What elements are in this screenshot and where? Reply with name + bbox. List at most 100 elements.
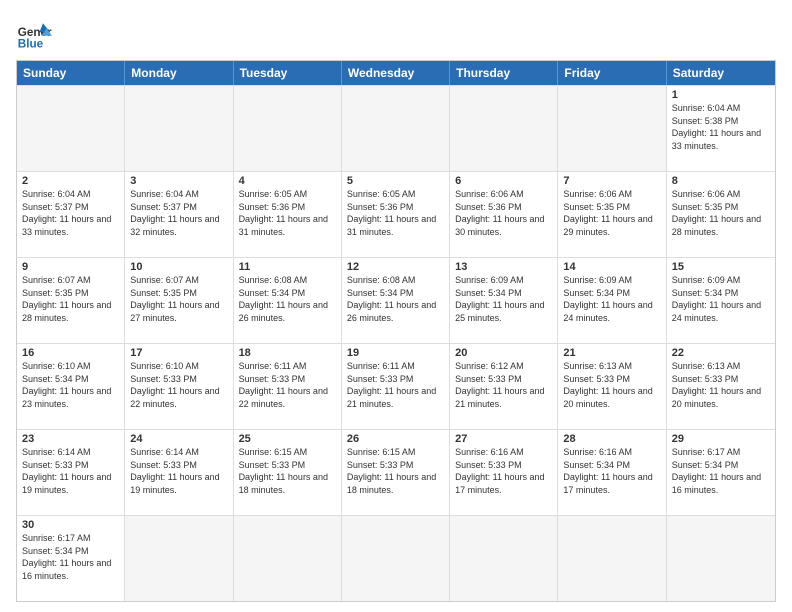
calendar-body: 1Sunrise: 6:04 AM Sunset: 5:38 PM Daylig… [17,85,775,601]
cell-info: Sunrise: 6:11 AM Sunset: 5:33 PM Dayligh… [239,360,336,410]
day-number: 26 [347,433,444,445]
cell-info: Sunrise: 6:09 AM Sunset: 5:34 PM Dayligh… [672,274,770,324]
cell-info: Sunrise: 6:06 AM Sunset: 5:35 PM Dayligh… [563,188,660,238]
calendar-cell [450,86,558,171]
calendar-row: 1Sunrise: 6:04 AM Sunset: 5:38 PM Daylig… [17,85,775,171]
cell-info: Sunrise: 6:16 AM Sunset: 5:34 PM Dayligh… [563,446,660,496]
calendar-row: 23Sunrise: 6:14 AM Sunset: 5:33 PM Dayli… [17,429,775,515]
cell-info: Sunrise: 6:06 AM Sunset: 5:36 PM Dayligh… [455,188,552,238]
calendar-cell: 6Sunrise: 6:06 AM Sunset: 5:36 PM Daylig… [450,172,558,257]
svg-text:Blue: Blue [18,38,44,51]
cell-info: Sunrise: 6:08 AM Sunset: 5:34 PM Dayligh… [239,274,336,324]
day-number: 20 [455,347,552,359]
calendar-cell: 29Sunrise: 6:17 AM Sunset: 5:34 PM Dayli… [667,430,775,515]
calendar-cell: 20Sunrise: 6:12 AM Sunset: 5:33 PM Dayli… [450,344,558,429]
calendar-cell: 17Sunrise: 6:10 AM Sunset: 5:33 PM Dayli… [125,344,233,429]
day-number: 8 [672,175,770,187]
calendar-header-cell: Wednesday [342,61,450,85]
calendar-cell [667,516,775,601]
calendar-cell: 19Sunrise: 6:11 AM Sunset: 5:33 PM Dayli… [342,344,450,429]
calendar-cell: 23Sunrise: 6:14 AM Sunset: 5:33 PM Dayli… [17,430,125,515]
cell-info: Sunrise: 6:06 AM Sunset: 5:35 PM Dayligh… [672,188,770,238]
calendar-cell: 24Sunrise: 6:14 AM Sunset: 5:33 PM Dayli… [125,430,233,515]
day-number: 10 [130,261,227,273]
calendar-cell: 26Sunrise: 6:15 AM Sunset: 5:33 PM Dayli… [342,430,450,515]
calendar-cell [125,86,233,171]
day-number: 4 [239,175,336,187]
cell-info: Sunrise: 6:11 AM Sunset: 5:33 PM Dayligh… [347,360,444,410]
day-number: 1 [672,89,770,101]
calendar-header-cell: Monday [125,61,233,85]
calendar-cell [17,86,125,171]
cell-info: Sunrise: 6:09 AM Sunset: 5:34 PM Dayligh… [563,274,660,324]
calendar-cell: 3Sunrise: 6:04 AM Sunset: 5:37 PM Daylig… [125,172,233,257]
cell-info: Sunrise: 6:05 AM Sunset: 5:36 PM Dayligh… [239,188,336,238]
day-number: 7 [563,175,660,187]
calendar-header-cell: Sunday [17,61,125,85]
calendar-header-cell: Thursday [450,61,558,85]
cell-info: Sunrise: 6:13 AM Sunset: 5:33 PM Dayligh… [672,360,770,410]
calendar-cell: 15Sunrise: 6:09 AM Sunset: 5:34 PM Dayli… [667,258,775,343]
day-number: 9 [22,261,119,273]
calendar-row: 30Sunrise: 6:17 AM Sunset: 5:34 PM Dayli… [17,515,775,601]
cell-info: Sunrise: 6:15 AM Sunset: 5:33 PM Dayligh… [347,446,444,496]
calendar-header-cell: Saturday [667,61,775,85]
calendar-cell [125,516,233,601]
cell-info: Sunrise: 6:10 AM Sunset: 5:33 PM Dayligh… [130,360,227,410]
calendar-header-cell: Tuesday [234,61,342,85]
cell-info: Sunrise: 6:09 AM Sunset: 5:34 PM Dayligh… [455,274,552,324]
day-number: 29 [672,433,770,445]
day-number: 21 [563,347,660,359]
calendar-cell [558,516,666,601]
calendar-cell: 7Sunrise: 6:06 AM Sunset: 5:35 PM Daylig… [558,172,666,257]
day-number: 13 [455,261,552,273]
day-number: 30 [22,519,119,531]
cell-info: Sunrise: 6:14 AM Sunset: 5:33 PM Dayligh… [22,446,119,496]
day-number: 18 [239,347,336,359]
header: General Blue [16,16,776,52]
cell-info: Sunrise: 6:17 AM Sunset: 5:34 PM Dayligh… [672,446,770,496]
cell-info: Sunrise: 6:12 AM Sunset: 5:33 PM Dayligh… [455,360,552,410]
cell-info: Sunrise: 6:05 AM Sunset: 5:36 PM Dayligh… [347,188,444,238]
calendar-cell: 11Sunrise: 6:08 AM Sunset: 5:34 PM Dayli… [234,258,342,343]
calendar: SundayMondayTuesdayWednesdayThursdayFrid… [16,60,776,602]
calendar-row: 2Sunrise: 6:04 AM Sunset: 5:37 PM Daylig… [17,171,775,257]
cell-info: Sunrise: 6:08 AM Sunset: 5:34 PM Dayligh… [347,274,444,324]
day-number: 2 [22,175,119,187]
day-number: 24 [130,433,227,445]
cell-info: Sunrise: 6:04 AM Sunset: 5:37 PM Dayligh… [130,188,227,238]
day-number: 15 [672,261,770,273]
day-number: 5 [347,175,444,187]
page: General Blue SundayMondayTuesdayWednesda… [0,0,792,612]
cell-info: Sunrise: 6:04 AM Sunset: 5:38 PM Dayligh… [672,102,770,152]
cell-info: Sunrise: 6:04 AM Sunset: 5:37 PM Dayligh… [22,188,119,238]
cell-info: Sunrise: 6:07 AM Sunset: 5:35 PM Dayligh… [130,274,227,324]
calendar-cell: 14Sunrise: 6:09 AM Sunset: 5:34 PM Dayli… [558,258,666,343]
calendar-cell: 25Sunrise: 6:15 AM Sunset: 5:33 PM Dayli… [234,430,342,515]
calendar-row: 16Sunrise: 6:10 AM Sunset: 5:34 PM Dayli… [17,343,775,429]
calendar-cell: 8Sunrise: 6:06 AM Sunset: 5:35 PM Daylig… [667,172,775,257]
day-number: 28 [563,433,660,445]
day-number: 17 [130,347,227,359]
calendar-cell: 30Sunrise: 6:17 AM Sunset: 5:34 PM Dayli… [17,516,125,601]
calendar-cell [234,516,342,601]
day-number: 19 [347,347,444,359]
cell-info: Sunrise: 6:17 AM Sunset: 5:34 PM Dayligh… [22,532,119,582]
day-number: 25 [239,433,336,445]
calendar-header-cell: Friday [558,61,666,85]
day-number: 23 [22,433,119,445]
calendar-cell: 12Sunrise: 6:08 AM Sunset: 5:34 PM Dayli… [342,258,450,343]
cell-info: Sunrise: 6:10 AM Sunset: 5:34 PM Dayligh… [22,360,119,410]
calendar-cell: 18Sunrise: 6:11 AM Sunset: 5:33 PM Dayli… [234,344,342,429]
calendar-cell [558,86,666,171]
cell-info: Sunrise: 6:16 AM Sunset: 5:33 PM Dayligh… [455,446,552,496]
calendar-cell: 1Sunrise: 6:04 AM Sunset: 5:38 PM Daylig… [667,86,775,171]
day-number: 27 [455,433,552,445]
calendar-cell [234,86,342,171]
day-number: 6 [455,175,552,187]
calendar-cell: 9Sunrise: 6:07 AM Sunset: 5:35 PM Daylig… [17,258,125,343]
cell-info: Sunrise: 6:07 AM Sunset: 5:35 PM Dayligh… [22,274,119,324]
day-number: 3 [130,175,227,187]
logo-icon: General Blue [16,16,52,52]
day-number: 12 [347,261,444,273]
